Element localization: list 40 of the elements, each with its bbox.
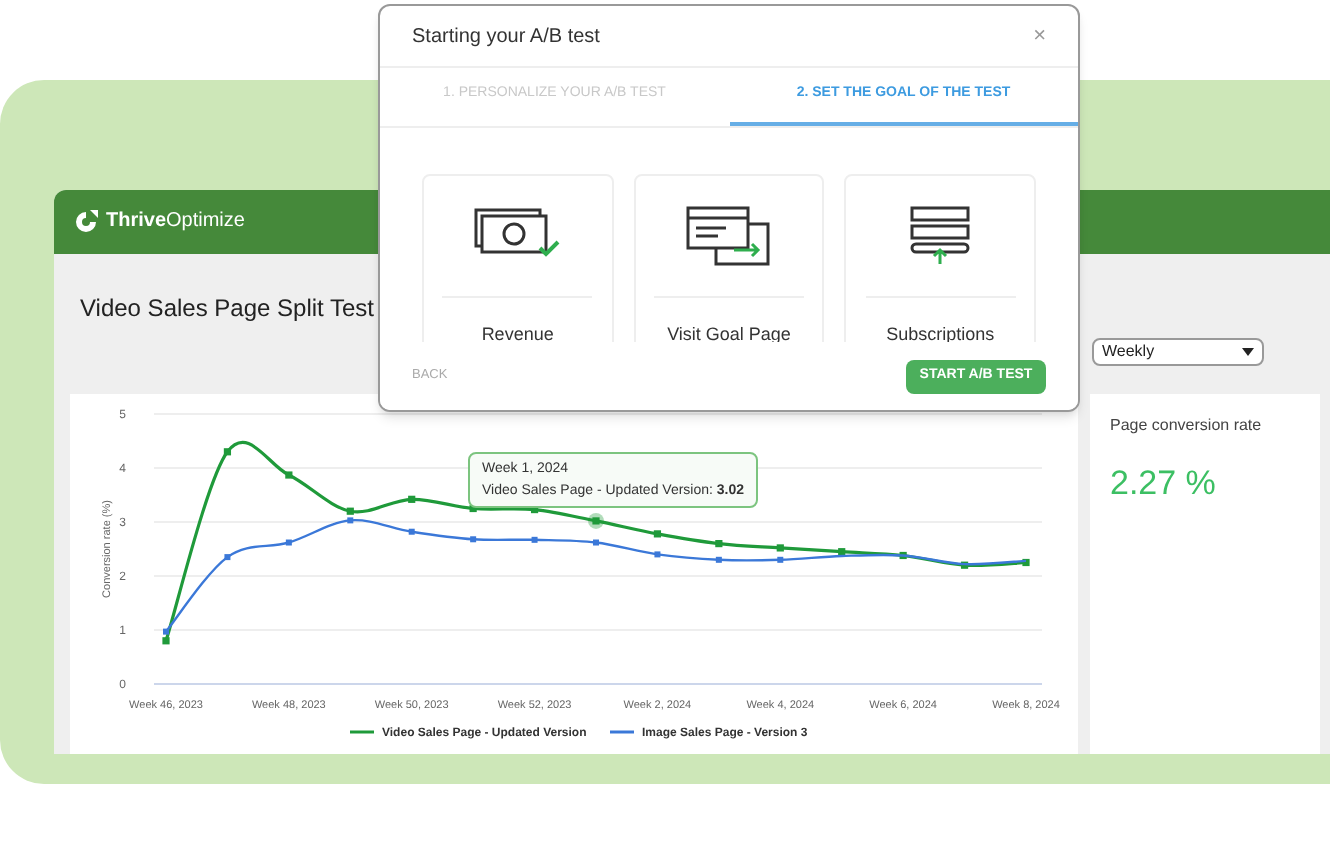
square-marker (838, 548, 846, 556)
small-square-marker (715, 556, 722, 563)
period-select[interactable]: Weekly (1092, 337, 1264, 366)
metric-value: 2.27 % (1110, 462, 1218, 506)
square-marker (1022, 558, 1030, 567)
square-marker (162, 637, 170, 645)
goal-label: Revenue (481, 322, 554, 348)
small-square-marker (654, 551, 661, 558)
hover-marker (588, 512, 604, 529)
small-square-marker (593, 539, 599, 546)
browser-window-arrow-icon (685, 206, 773, 266)
brand-name: ThriveOptimize (106, 208, 245, 237)
square-marker (592, 517, 600, 525)
small-square-marker (285, 539, 292, 546)
goal-label: Subscriptions (886, 322, 995, 348)
legend-line-icon (350, 730, 374, 734)
square-marker (776, 544, 784, 552)
modal-title: Starting your A/B test (412, 23, 600, 51)
legend-line-icon (610, 730, 634, 734)
square-marker (960, 561, 969, 569)
page-title: Video Sales Page Split Test (80, 291, 374, 326)
stacked-form-icon (908, 206, 973, 266)
square-marker (408, 495, 416, 503)
small-square-marker (224, 554, 231, 561)
small-square-marker (777, 556, 784, 563)
small-square-marker (163, 628, 169, 635)
small-square-marker (408, 528, 415, 535)
square-marker (899, 551, 907, 560)
square-marker (715, 540, 723, 548)
metric-label: Page conversion rate (1110, 414, 1264, 438)
close-button[interactable]: × (1033, 25, 1046, 47)
small-square-marker (470, 536, 477, 543)
square-marker (223, 448, 232, 456)
small-square-marker (347, 517, 354, 524)
dropdown-caret-icon (1242, 347, 1254, 356)
square-marker (285, 471, 293, 479)
square-marker (346, 507, 354, 515)
small-square-marker (531, 536, 538, 543)
logo-icon (74, 209, 98, 234)
square-marker (653, 530, 662, 538)
